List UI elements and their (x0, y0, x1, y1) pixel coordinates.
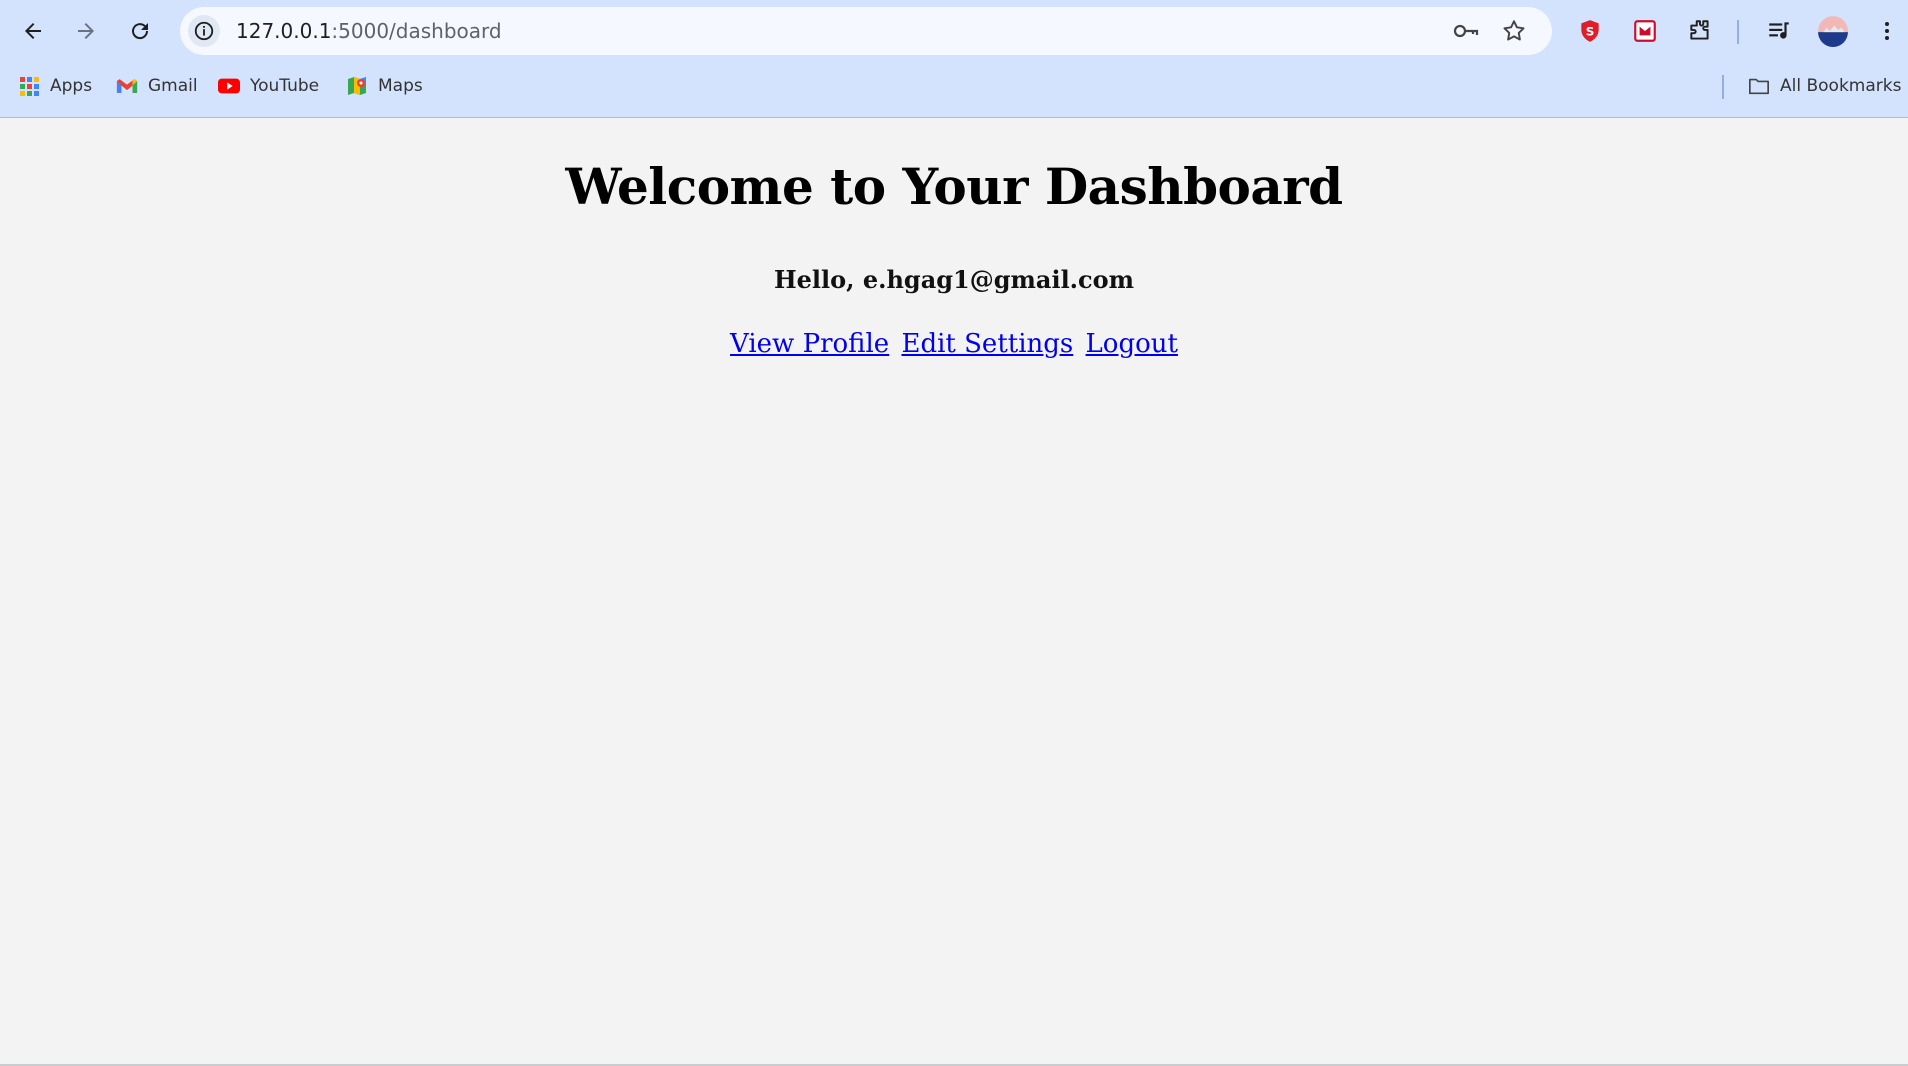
reload-icon (132, 23, 149, 40)
pdf-extension-icon[interactable] (1628, 14, 1662, 48)
apps-grid-icon (18, 75, 40, 97)
svg-text:S: S (1586, 24, 1595, 38)
maps-icon (346, 75, 368, 97)
all-bookmarks-button[interactable]: All Bookmarks (1748, 70, 1901, 102)
profile-avatar-icon[interactable] (1816, 14, 1850, 48)
browser-chrome: 127.0.0.1:5000/dashboard S Apps Gmail Yo… (0, 0, 1908, 118)
url-path: :5000/dashboard (331, 19, 502, 43)
address-bar[interactable]: 127.0.0.1:5000/dashboard (180, 7, 1552, 55)
greeting-text: Hello, e.hgag1@gmail.com (773, 265, 1135, 294)
bookmark-maps[interactable]: Maps (346, 70, 423, 102)
bookmarks-divider (1722, 75, 1724, 99)
back-button[interactable] (13, 11, 53, 51)
all-bookmarks-label: All Bookmarks (1780, 76, 1902, 96)
bookmark-apps[interactable]: Apps (18, 70, 92, 102)
bookmark-label: Apps (50, 76, 93, 96)
page-title: Welcome to Your Dashboard (565, 157, 1343, 216)
youtube-icon (218, 75, 240, 97)
forward-button[interactable] (66, 11, 106, 51)
more-menu-icon[interactable] (1870, 14, 1904, 48)
bookmark-label: Gmail (148, 76, 198, 96)
folder-icon (1748, 75, 1770, 97)
arrow-right-icon (78, 23, 94, 39)
url-host: 127.0.0.1 (236, 19, 332, 43)
bookmark-label: Maps (378, 76, 423, 96)
arrow-left-icon (25, 23, 41, 39)
media-queue-icon[interactable] (1762, 14, 1796, 48)
bookmark-star-icon[interactable] (1500, 17, 1528, 45)
reload-button[interactable] (120, 11, 160, 51)
bookmark-gmail[interactable]: Gmail (116, 70, 198, 102)
gmail-icon (116, 75, 138, 97)
bookmark-youtube[interactable]: YouTube (218, 70, 319, 102)
toolbar-divider (1737, 20, 1739, 44)
dashboard-links: View Profile Edit Settings Logout (0, 329, 1908, 359)
puzzle-extensions-icon[interactable] (1683, 14, 1717, 48)
logout-link[interactable]: Logout (1086, 329, 1178, 359)
site-info-icon[interactable] (188, 15, 220, 47)
dashboard-page: Welcome to Your Dashboard Hello, e.hgag1… (0, 119, 1908, 1064)
browser-toolbar: 127.0.0.1:5000/dashboard S (0, 0, 1908, 62)
view-profile-link[interactable]: View Profile (730, 329, 889, 359)
password-key-icon[interactable] (1452, 17, 1480, 45)
bookmark-label: YouTube (250, 76, 320, 96)
url-text[interactable]: 127.0.0.1:5000/dashboard (236, 19, 502, 43)
shield-extension-icon[interactable]: S (1573, 14, 1607, 48)
edit-settings-link[interactable]: Edit Settings (901, 329, 1073, 359)
bookmarks-bar: Apps Gmail YouTube Maps All Bookmarks (0, 66, 1908, 106)
